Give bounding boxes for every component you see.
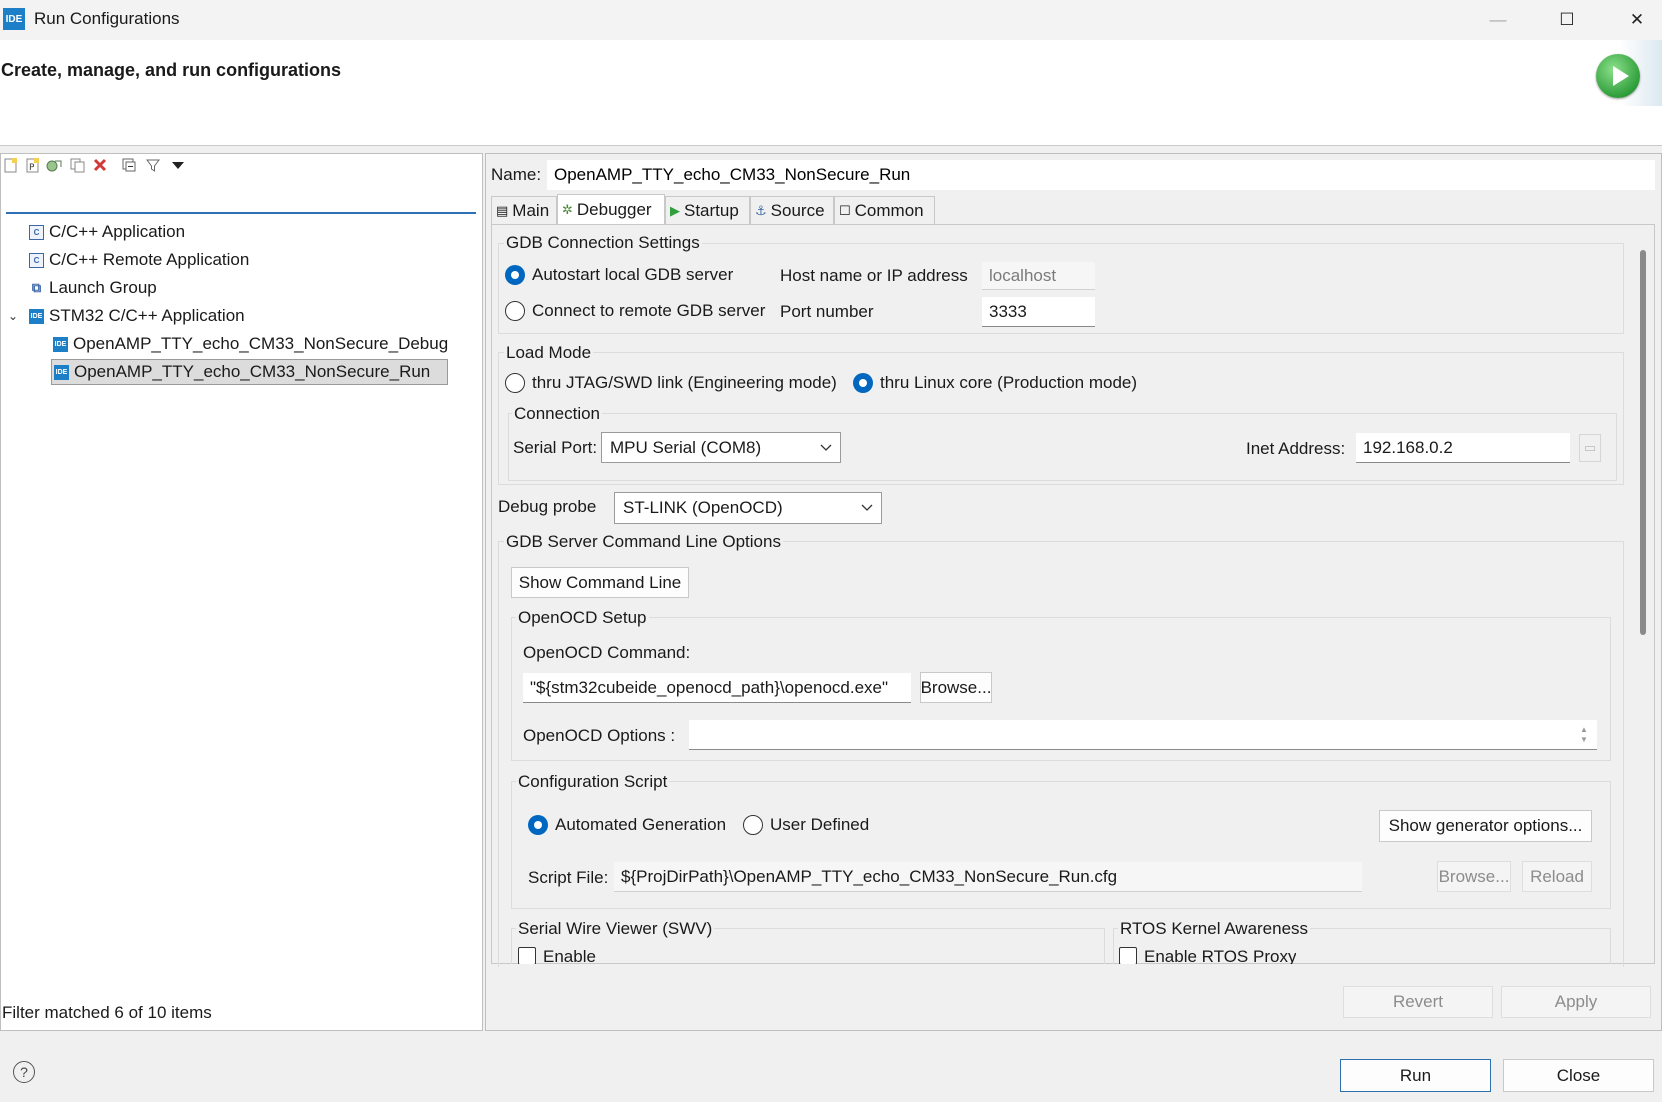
startup-tab-icon: ▶ <box>670 202 680 218</box>
collapse-all-icon[interactable] <box>121 157 137 173</box>
window-title: Run Configurations <box>34 9 180 28</box>
inet-address-input[interactable]: 192.168.0.2 <box>1356 433 1570 463</box>
app-icon: IDE <box>3 8 25 30</box>
openocd-command-input[interactable]: "${stm32cubeide_openocd_path}\openocd.ex… <box>523 673 911 703</box>
common-tab-icon: ☐ <box>839 202 851 218</box>
configuration-tree: C C/C++ Application C C/C++ Remote Appli… <box>8 219 449 385</box>
script-file-input[interactable]: ${ProjDirPath}\OpenAMP_TTY_echo_CM33_Non… <box>614 862 1362 892</box>
tree-item-c-remote-application[interactable]: C C/C++ Remote Application <box>29 247 448 273</box>
ide-icon: IDE <box>29 308 44 324</box>
source-tab-icon: ⚓ <box>755 202 767 218</box>
openocd-browse-button[interactable]: Browse... <box>920 672 992 703</box>
connection-title: Connection <box>512 404 603 424</box>
port-label: Port number <box>780 302 874 321</box>
remote-gdb-radio[interactable]: Connect to remote GDB server <box>505 301 765 321</box>
swv-title: Serial Wire Viewer (SWV) <box>516 919 715 939</box>
tree-item-run-config[interactable]: IDE OpenAMP_TTY_echo_CM33_NonSecure_Run <box>51 359 449 385</box>
spinner-icon[interactable]: ▲ ▼ <box>1577 722 1591 748</box>
show-generator-options-button[interactable]: Show generator options... <box>1379 810 1592 842</box>
serial-port-label: Serial Port: <box>513 438 598 457</box>
script-browse-button[interactable]: Browse... <box>1437 861 1511 892</box>
export-icon[interactable] <box>46 157 62 173</box>
view-menu-icon[interactable] <box>170 157 186 173</box>
name-label: Name: <box>491 165 542 184</box>
host-input[interactable]: localhost <box>982 262 1095 290</box>
maximize-button[interactable]: ☐ <box>1537 0 1597 40</box>
rtos-enable-checkbox[interactable]: Enable RTOS Proxy <box>1119 947 1296 964</box>
tab-main[interactable]: ▤ Main <box>491 196 557 224</box>
jtag-mode-radio[interactable]: thru JTAG/SWD link (Engineering mode) <box>505 373 837 393</box>
c-app-icon: C <box>29 224 44 240</box>
filter-input[interactable] <box>6 183 476 214</box>
show-command-line-button[interactable]: Show Command Line <box>511 567 689 598</box>
script-file-label: Script File: <box>528 868 609 887</box>
tab-scrollbar[interactable] <box>1640 250 1646 635</box>
chevron-down-icon <box>861 504 873 511</box>
openocd-setup-title: OpenOCD Setup <box>516 608 649 628</box>
autostart-gdb-radio[interactable]: Autostart local GDB server <box>505 265 733 285</box>
apply-button[interactable]: Apply <box>1501 986 1651 1018</box>
run-icon <box>1596 54 1640 98</box>
serial-port-select[interactable]: MPU Serial (COM8) <box>601 432 841 463</box>
svg-text:P: P <box>29 163 35 173</box>
tree-item-debug-config[interactable]: IDE OpenAMP_TTY_echo_CM33_NonSecure_Debu… <box>53 331 448 357</box>
ide-icon: IDE <box>53 336 68 352</box>
duplicate-icon[interactable] <box>69 157 85 173</box>
tree-item-c-application[interactable]: C C/C++ Application <box>29 219 448 245</box>
new-config-icon[interactable] <box>3 157 19 173</box>
clipboard-icon[interactable]: ▭ <box>1579 434 1601 462</box>
debug-probe-select[interactable]: ST-LINK (OpenOCD) <box>614 492 882 524</box>
configuration-script-title: Configuration Script <box>516 772 670 792</box>
tree-item-stm32-application[interactable]: ⌄ IDE STM32 C/C++ Application <box>8 303 448 329</box>
run-button[interactable]: Run <box>1340 1059 1491 1092</box>
automated-generation-radio[interactable]: Automated Generation <box>528 815 726 835</box>
minimize-button[interactable]: — <box>1468 0 1528 40</box>
help-icon[interactable]: ? <box>13 1061 35 1083</box>
title-bar <box>0 0 1662 40</box>
tab-common[interactable]: ☐ Common <box>834 196 935 224</box>
openocd-command-label: OpenOCD Command: <box>523 643 691 662</box>
gdb-server-options-title: GDB Server Command Line Options <box>504 532 783 552</box>
user-defined-radio[interactable]: User Defined <box>743 815 869 835</box>
ide-icon: IDE <box>54 364 69 380</box>
chevron-down-icon[interactable]: ⌄ <box>8 309 29 323</box>
port-input[interactable]: 3333 <box>982 297 1095 327</box>
load-mode-title: Load Mode <box>504 343 594 363</box>
debug-probe-label: Debug probe <box>498 497 597 516</box>
openocd-options-input[interactable] <box>689 720 1597 750</box>
rtos-title: RTOS Kernel Awareness <box>1118 919 1311 939</box>
configuration-name-input[interactable] <box>547 160 1655 190</box>
script-reload-button[interactable]: Reload <box>1522 861 1592 892</box>
c-app-icon: C <box>29 252 44 268</box>
dialog-header <box>0 40 1662 146</box>
delete-icon[interactable] <box>92 157 108 173</box>
close-button[interactable]: Close <box>1503 1059 1654 1092</box>
close-window-button[interactable]: ✕ <box>1607 0 1662 40</box>
tab-debugger[interactable]: ✲ Debugger <box>557 194 665 224</box>
tab-startup[interactable]: ▶ Startup <box>665 196 750 224</box>
filter-icon[interactable] <box>145 157 161 173</box>
inet-address-label: Inet Address: <box>1246 439 1346 458</box>
launch-group-icon: ⧉ <box>31 280 42 295</box>
main-tab-icon: ▤ <box>496 202 509 218</box>
debugger-tab-icon: ✲ <box>562 201 573 217</box>
gdb-connection-title: GDB Connection Settings <box>504 233 702 253</box>
filter-status-text: Filter matched 6 of 10 items <box>2 1003 212 1022</box>
host-label: Host name or IP address <box>780 266 968 285</box>
chevron-down-icon <box>820 444 832 451</box>
openocd-options-label: OpenOCD Options : <box>523 726 676 745</box>
tab-source[interactable]: ⚓ Source <box>750 196 834 224</box>
swv-enable-checkbox[interactable]: Enable <box>518 947 596 964</box>
new-prototype-icon[interactable]: P <box>25 157 41 173</box>
dialog-heading: Create, manage, and run configurations <box>1 60 342 80</box>
revert-button[interactable]: Revert <box>1343 986 1493 1018</box>
tree-item-launch-group[interactable]: ⧉ Launch Group <box>29 275 448 301</box>
linux-mode-radio[interactable]: thru Linux core (Production mode) <box>853 373 1137 393</box>
